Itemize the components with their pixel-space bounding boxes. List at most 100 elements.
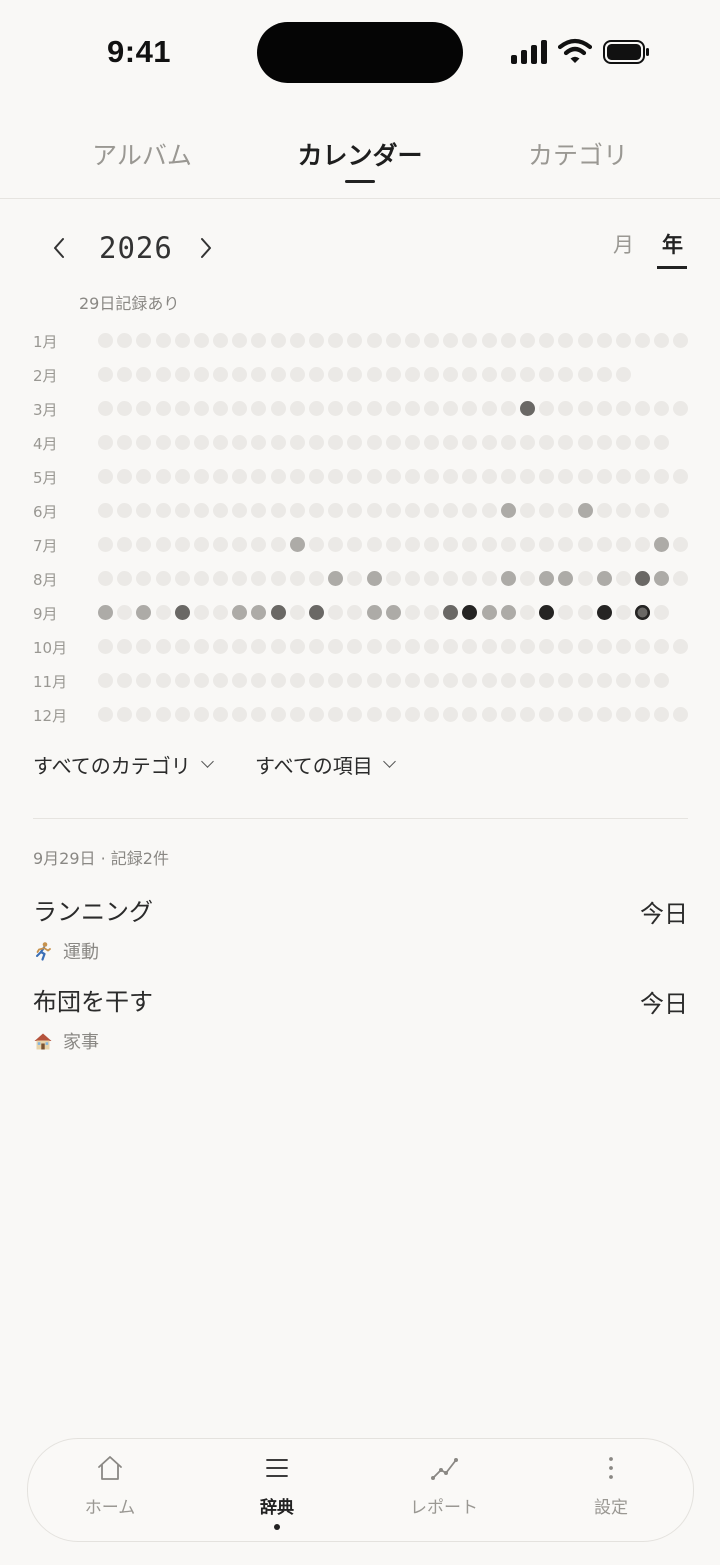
heatmap-day[interactable] [596,571,612,586]
heatmap-day[interactable] [673,469,689,484]
heatmap-day[interactable] [481,537,497,552]
heatmap-day[interactable] [251,435,267,450]
heatmap-day[interactable] [347,707,363,722]
heatmap-day[interactable] [251,503,267,518]
heatmap-day[interactable] [424,707,440,722]
heatmap-day[interactable] [404,435,420,450]
heatmap-day[interactable] [404,333,420,348]
heatmap-day[interactable] [328,367,344,382]
heatmap-day[interactable] [462,503,478,518]
heatmap-day[interactable] [424,469,440,484]
heatmap-day[interactable] [270,401,286,416]
heatmap-day[interactable] [328,537,344,552]
heatmap-day[interactable] [328,707,344,722]
nav-home[interactable]: ホーム [50,1439,170,1541]
heatmap-day[interactable] [347,367,363,382]
heatmap-day[interactable] [385,537,401,552]
heatmap-day[interactable] [174,469,190,484]
heatmap-day[interactable] [462,333,478,348]
heatmap-day[interactable] [213,333,229,348]
heatmap-day[interactable] [347,639,363,654]
heatmap-day[interactable] [596,367,612,382]
heatmap-day[interactable] [635,571,651,586]
heatmap-day[interactable] [117,435,133,450]
heatmap-day[interactable] [539,707,555,722]
heatmap-day[interactable] [193,435,209,450]
heatmap-day[interactable] [635,401,651,416]
heatmap-day[interactable] [558,435,574,450]
heatmap-day[interactable] [424,537,440,552]
heatmap-day[interactable] [577,469,593,484]
heatmap-day[interactable] [232,537,248,552]
heatmap-day[interactable] [270,503,286,518]
heatmap-day[interactable] [308,469,324,484]
nav-settings[interactable]: 設定 [551,1439,671,1541]
heatmap-day[interactable] [635,333,651,348]
heatmap-day[interactable] [117,605,133,620]
heatmap-day[interactable] [500,639,516,654]
heatmap-day[interactable] [558,503,574,518]
heatmap-day[interactable] [347,435,363,450]
heatmap-day[interactable] [481,673,497,688]
heatmap-day[interactable] [577,537,593,552]
heatmap-day[interactable] [98,571,113,586]
heatmap-day[interactable] [174,401,190,416]
heatmap-day[interactable] [558,707,574,722]
heatmap-day[interactable] [136,639,152,654]
heatmap-day[interactable] [481,503,497,518]
heatmap-day[interactable] [500,367,516,382]
heatmap-day[interactable] [558,537,574,552]
heatmap-day[interactable] [615,333,631,348]
heatmap-day[interactable] [404,469,420,484]
heatmap-day[interactable] [443,571,459,586]
heatmap-day[interactable] [558,401,574,416]
heatmap-day[interactable] [443,401,459,416]
heatmap-day[interactable] [213,401,229,416]
heatmap-day[interactable] [577,333,593,348]
heatmap-day[interactable] [404,367,420,382]
heatmap-day[interactable] [404,605,420,620]
heatmap-day[interactable] [270,435,286,450]
heatmap-day[interactable] [654,537,670,552]
heatmap-day[interactable] [308,605,324,620]
heatmap-day[interactable] [251,639,267,654]
heatmap-day[interactable] [328,571,344,586]
heatmap-day[interactable] [270,537,286,552]
heatmap-day[interactable] [596,673,612,688]
heatmap-day[interactable] [251,401,267,416]
heatmap-day[interactable] [213,673,229,688]
heatmap-day[interactable] [232,435,248,450]
heatmap-day[interactable] [635,435,651,450]
heatmap-day[interactable] [596,537,612,552]
heatmap-day[interactable] [462,367,478,382]
heatmap-day[interactable] [577,707,593,722]
heatmap-day[interactable] [404,401,420,416]
heatmap-day[interactable] [404,639,420,654]
heatmap-day[interactable] [155,707,171,722]
heatmap-day[interactable] [385,435,401,450]
heatmap-day[interactable] [289,435,305,450]
heatmap-day[interactable] [424,571,440,586]
view-mode-year[interactable]: 年 [662,229,683,259]
heatmap-day[interactable] [193,605,209,620]
heatmap-day[interactable] [385,639,401,654]
heatmap-day[interactable] [558,605,574,620]
heatmap-day[interactable] [519,605,535,620]
heatmap-day[interactable] [213,503,229,518]
heatmap-day[interactable] [424,605,440,620]
heatmap-day[interactable] [654,503,670,518]
heatmap-day[interactable] [308,401,324,416]
heatmap-day[interactable] [539,401,555,416]
heatmap-day[interactable] [539,435,555,450]
heatmap-day[interactable] [328,503,344,518]
heatmap-day[interactable] [673,571,689,586]
heatmap-day[interactable] [500,333,516,348]
heatmap-day[interactable] [500,537,516,552]
heatmap-day[interactable] [308,503,324,518]
heatmap-day[interactable] [251,333,267,348]
heatmap-day[interactable] [193,333,209,348]
heatmap-day[interactable] [366,639,382,654]
heatmap-day[interactable] [615,537,631,552]
heatmap-day[interactable] [174,333,190,348]
heatmap-day[interactable] [500,707,516,722]
